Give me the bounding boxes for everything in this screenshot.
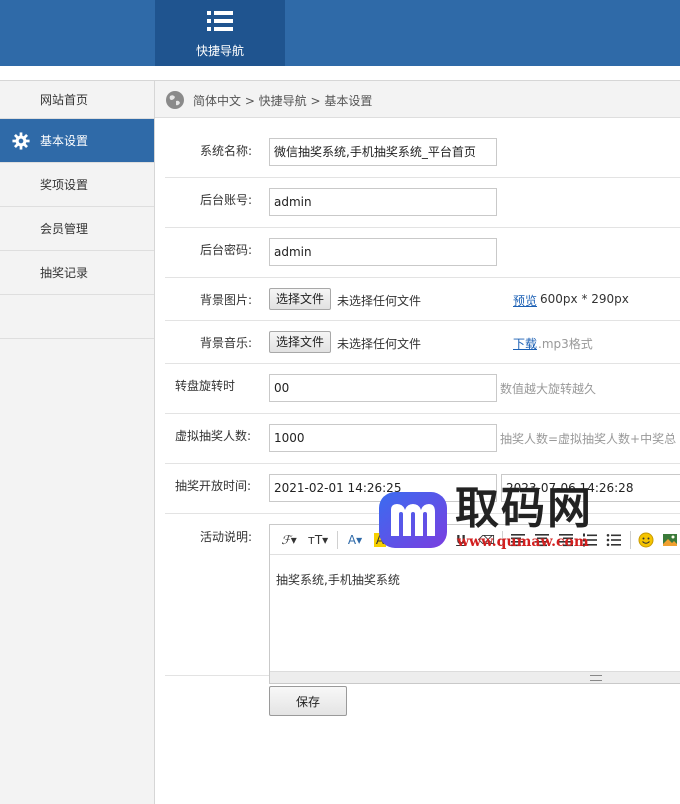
top-header xyxy=(0,0,680,66)
admin-password-label: 后台密码: xyxy=(200,243,253,257)
sidebar-item-label: 会员管理 xyxy=(40,222,89,236)
watermark-logo xyxy=(379,492,447,548)
admin-account-input[interactable]: admin xyxy=(269,188,497,216)
emoji-icon[interactable] xyxy=(638,532,654,548)
font-color-icon[interactable]: A▾ xyxy=(344,532,366,548)
editor-content: 抽奖系统,手机抽奖系统 xyxy=(276,573,400,587)
sidebar-spacer xyxy=(0,295,154,339)
bg-image-preview-link[interactable]: 预览 xyxy=(513,292,537,309)
watermark: 取码网 www.qumaw.com xyxy=(377,484,617,554)
font-size-icon[interactable]: тT▾ xyxy=(306,532,330,548)
row-admin-account: 后台账号: admin xyxy=(165,178,680,228)
quick-nav-button[interactable]: 快捷导航 xyxy=(155,0,285,66)
resize-grip-icon[interactable] xyxy=(590,675,602,681)
bg-music-file-status: 未选择任何文件 xyxy=(337,337,422,351)
row-system-name: 系统名称: 微信抽奖系统,手机抽奖系统_平台首页 xyxy=(165,118,680,178)
list-icon xyxy=(207,11,233,31)
virtual-count-label: 虚拟抽奖人数: xyxy=(175,429,252,443)
breadcrumb-text: 简体中文 > 快捷导航 > 基本设置 xyxy=(193,94,373,108)
sidebar-item-draw-records[interactable]: 抽奖记录 xyxy=(0,251,154,295)
font-family-icon[interactable]: ℱ▾ xyxy=(278,532,300,548)
virtual-count-input[interactable]: 1000 xyxy=(269,424,497,452)
toolbar-separator xyxy=(337,531,338,549)
row-admin-password: 后台密码: admin xyxy=(165,228,680,278)
breadcrumb: 简体中文 > 快捷导航 > 基本设置 xyxy=(155,80,680,118)
toolbar-separator xyxy=(630,531,631,549)
system-name-input[interactable]: 微信抽奖系统,手机抽奖系统_平台首页 xyxy=(269,138,497,166)
image-icon[interactable] xyxy=(662,532,678,548)
bg-music-label: 背景音乐: xyxy=(200,336,253,350)
sidebar-item-members[interactable]: 会员管理 xyxy=(0,207,154,251)
settings-form: 系统名称: 微信抽奖系统,手机抽奖系统_平台首页 后台账号: admin 后台密… xyxy=(155,118,680,804)
header-gap xyxy=(0,66,680,80)
sidebar-item-basic-settings[interactable]: 基本设置 xyxy=(0,119,154,163)
save-button[interactable]: 保存 xyxy=(269,686,347,716)
bg-music-choose-button[interactable]: 选择文件 xyxy=(269,331,332,353)
watermark-text: 取码网 xyxy=(455,483,593,534)
sidebar: 网站首页 基本设置 奖项设置 会员管理 抽奖记录 xyxy=(0,80,155,804)
row-bg-music: 背景音乐: 选择文件 未选择任何文件 下载 .mp3格式 xyxy=(165,321,680,364)
spin-speed-hint: 数值越大旋转越久 xyxy=(500,382,597,396)
watermark-url: www.qumaw.com xyxy=(457,534,589,550)
system-name-label: 系统名称: xyxy=(200,144,253,158)
sidebar-item-home[interactable]: 网站首页 xyxy=(0,81,154,119)
spin-speed-input[interactable]: 00 xyxy=(269,374,497,402)
row-bg-image: 背景图片: 选择文件 未选择任何文件 预览 600px * 290px xyxy=(165,278,680,321)
editor-resize-bar[interactable] xyxy=(270,671,680,683)
bg-image-size-note: 600px * 290px xyxy=(540,292,629,306)
sidebar-item-label: 网站首页 xyxy=(40,93,89,107)
virtual-count-hint: 抽奖人数=虚拟抽奖人数+中奖总 xyxy=(500,432,677,446)
sidebar-item-prize-settings[interactable]: 奖项设置 xyxy=(0,163,154,207)
row-spin-speed: 转盘旋转时 00 数值越大旋转越久 xyxy=(165,364,680,414)
bg-music-format-note: .mp3格式 xyxy=(538,337,593,351)
bg-image-file-status: 未选择任何文件 xyxy=(337,294,422,308)
quick-nav-label: 快捷导航 xyxy=(195,44,244,58)
description-label: 活动说明: xyxy=(200,530,253,544)
sidebar-item-label: 抽奖记录 xyxy=(40,266,89,280)
globe-icon xyxy=(166,91,184,109)
bg-image-choose-button[interactable]: 选择文件 xyxy=(269,288,332,310)
admin-account-label: 后台账号: xyxy=(200,193,253,207)
bg-music-download-link[interactable]: 下载 xyxy=(513,335,537,352)
sidebar-item-label: 基本设置 xyxy=(40,134,89,148)
open-time-label: 抽奖开放时间: xyxy=(175,479,252,493)
gear-icon xyxy=(12,132,30,150)
admin-password-input[interactable]: admin xyxy=(269,238,497,266)
spin-speed-label: 转盘旋转时 xyxy=(175,379,236,393)
sidebar-item-label: 奖项设置 xyxy=(40,178,89,192)
row-virtual-count: 虚拟抽奖人数: 1000 抽奖人数=虚拟抽奖人数+中奖总 xyxy=(165,414,680,464)
bg-image-label: 背景图片: xyxy=(200,293,253,307)
